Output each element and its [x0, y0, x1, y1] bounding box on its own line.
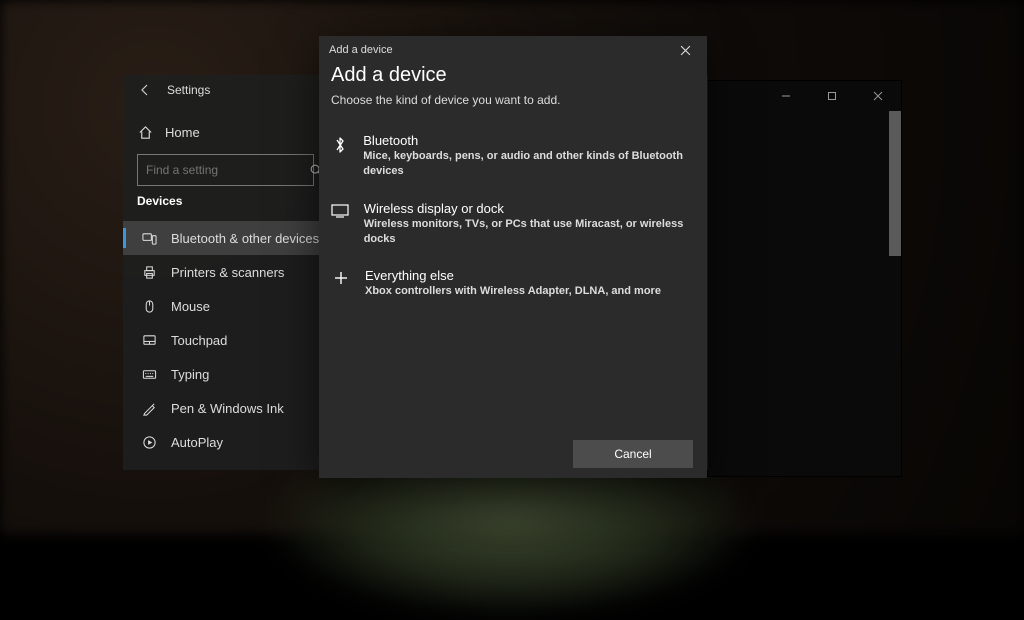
pen-icon: [141, 401, 157, 416]
home-link[interactable]: Home: [137, 125, 200, 140]
cancel-button[interactable]: Cancel: [573, 440, 693, 468]
nav-item-label: Printers & scanners: [171, 265, 284, 280]
device-option-desc: Mice, keyboards, pens, or audio and othe…: [363, 149, 695, 179]
dialog-close-button[interactable]: [663, 36, 707, 64]
printer-icon: [141, 265, 157, 280]
plus-icon: [331, 268, 351, 286]
minimize-button[interactable]: [763, 81, 809, 111]
mouse-icon: [141, 299, 157, 314]
back-button[interactable]: [123, 75, 167, 105]
bluetooth-devices-icon: [141, 231, 157, 246]
device-option-title: Bluetooth: [363, 133, 695, 148]
search-input[interactable]: [138, 163, 309, 177]
nav-item-bluetooth-other-devices[interactable]: Bluetooth & other devices: [123, 221, 323, 255]
home-label: Home: [165, 125, 200, 140]
maximize-button[interactable]: [809, 81, 855, 111]
dialog-heading: Add a device: [319, 64, 707, 93]
dialog-titlebar-label: Add a device: [329, 44, 393, 56]
device-option-wireless-display[interactable]: Wireless display or dock Wireless monito…: [319, 193, 707, 261]
display-icon: [331, 201, 350, 219]
nav-item-autoplay[interactable]: AutoPlay: [123, 425, 323, 459]
device-option-desc: Xbox controllers with Wireless Adapter, …: [365, 284, 661, 299]
settings-search[interactable]: [137, 154, 314, 186]
dialog-titlebar: Add a device: [319, 36, 707, 64]
nav-group-header: Devices: [137, 194, 182, 208]
settings-title-label: Settings: [167, 83, 210, 97]
bluetooth-icon: [331, 133, 349, 155]
device-option-everything-else[interactable]: Everything else Xbox controllers with Wi…: [319, 260, 707, 313]
device-option-desc: Wireless monitors, TVs, or PCs that use …: [364, 217, 695, 247]
home-icon: [137, 125, 153, 140]
close-button[interactable]: [855, 81, 901, 111]
nav-item-mouse[interactable]: Mouse: [123, 289, 323, 323]
nav-item-label: AutoPlay: [171, 435, 223, 450]
nav-item-label: Touchpad: [171, 333, 227, 348]
nav-item-printers-scanners[interactable]: Printers & scanners: [123, 255, 323, 289]
autoplay-icon: [141, 435, 157, 450]
nav-item-label: Typing: [171, 367, 209, 382]
dialog-subtitle: Choose the kind of device you want to ad…: [319, 93, 707, 125]
device-option-bluetooth[interactable]: Bluetooth Mice, keyboards, pens, or audi…: [319, 125, 707, 193]
background-window-titlebar: [708, 81, 901, 111]
background-window: [707, 80, 902, 477]
nav-item-pen-windows-ink[interactable]: Pen & Windows Ink: [123, 391, 323, 425]
nav-item-label: Pen & Windows Ink: [171, 401, 284, 416]
nav-item-label: Mouse: [171, 299, 210, 314]
scrollbar-thumb[interactable]: [889, 111, 901, 256]
touchpad-icon: [141, 333, 157, 348]
device-option-title: Wireless display or dock: [364, 201, 695, 216]
nav-item-touchpad[interactable]: Touchpad: [123, 323, 323, 357]
keyboard-icon: [141, 367, 157, 382]
nav-item-label: Bluetooth & other devices: [171, 231, 319, 246]
nav-item-typing[interactable]: Typing: [123, 357, 323, 391]
add-device-dialog: Add a device Add a device Choose the kin…: [319, 36, 707, 478]
device-option-title: Everything else: [365, 268, 661, 283]
settings-nav: Bluetooth & other devices Printers & sca…: [123, 221, 323, 459]
